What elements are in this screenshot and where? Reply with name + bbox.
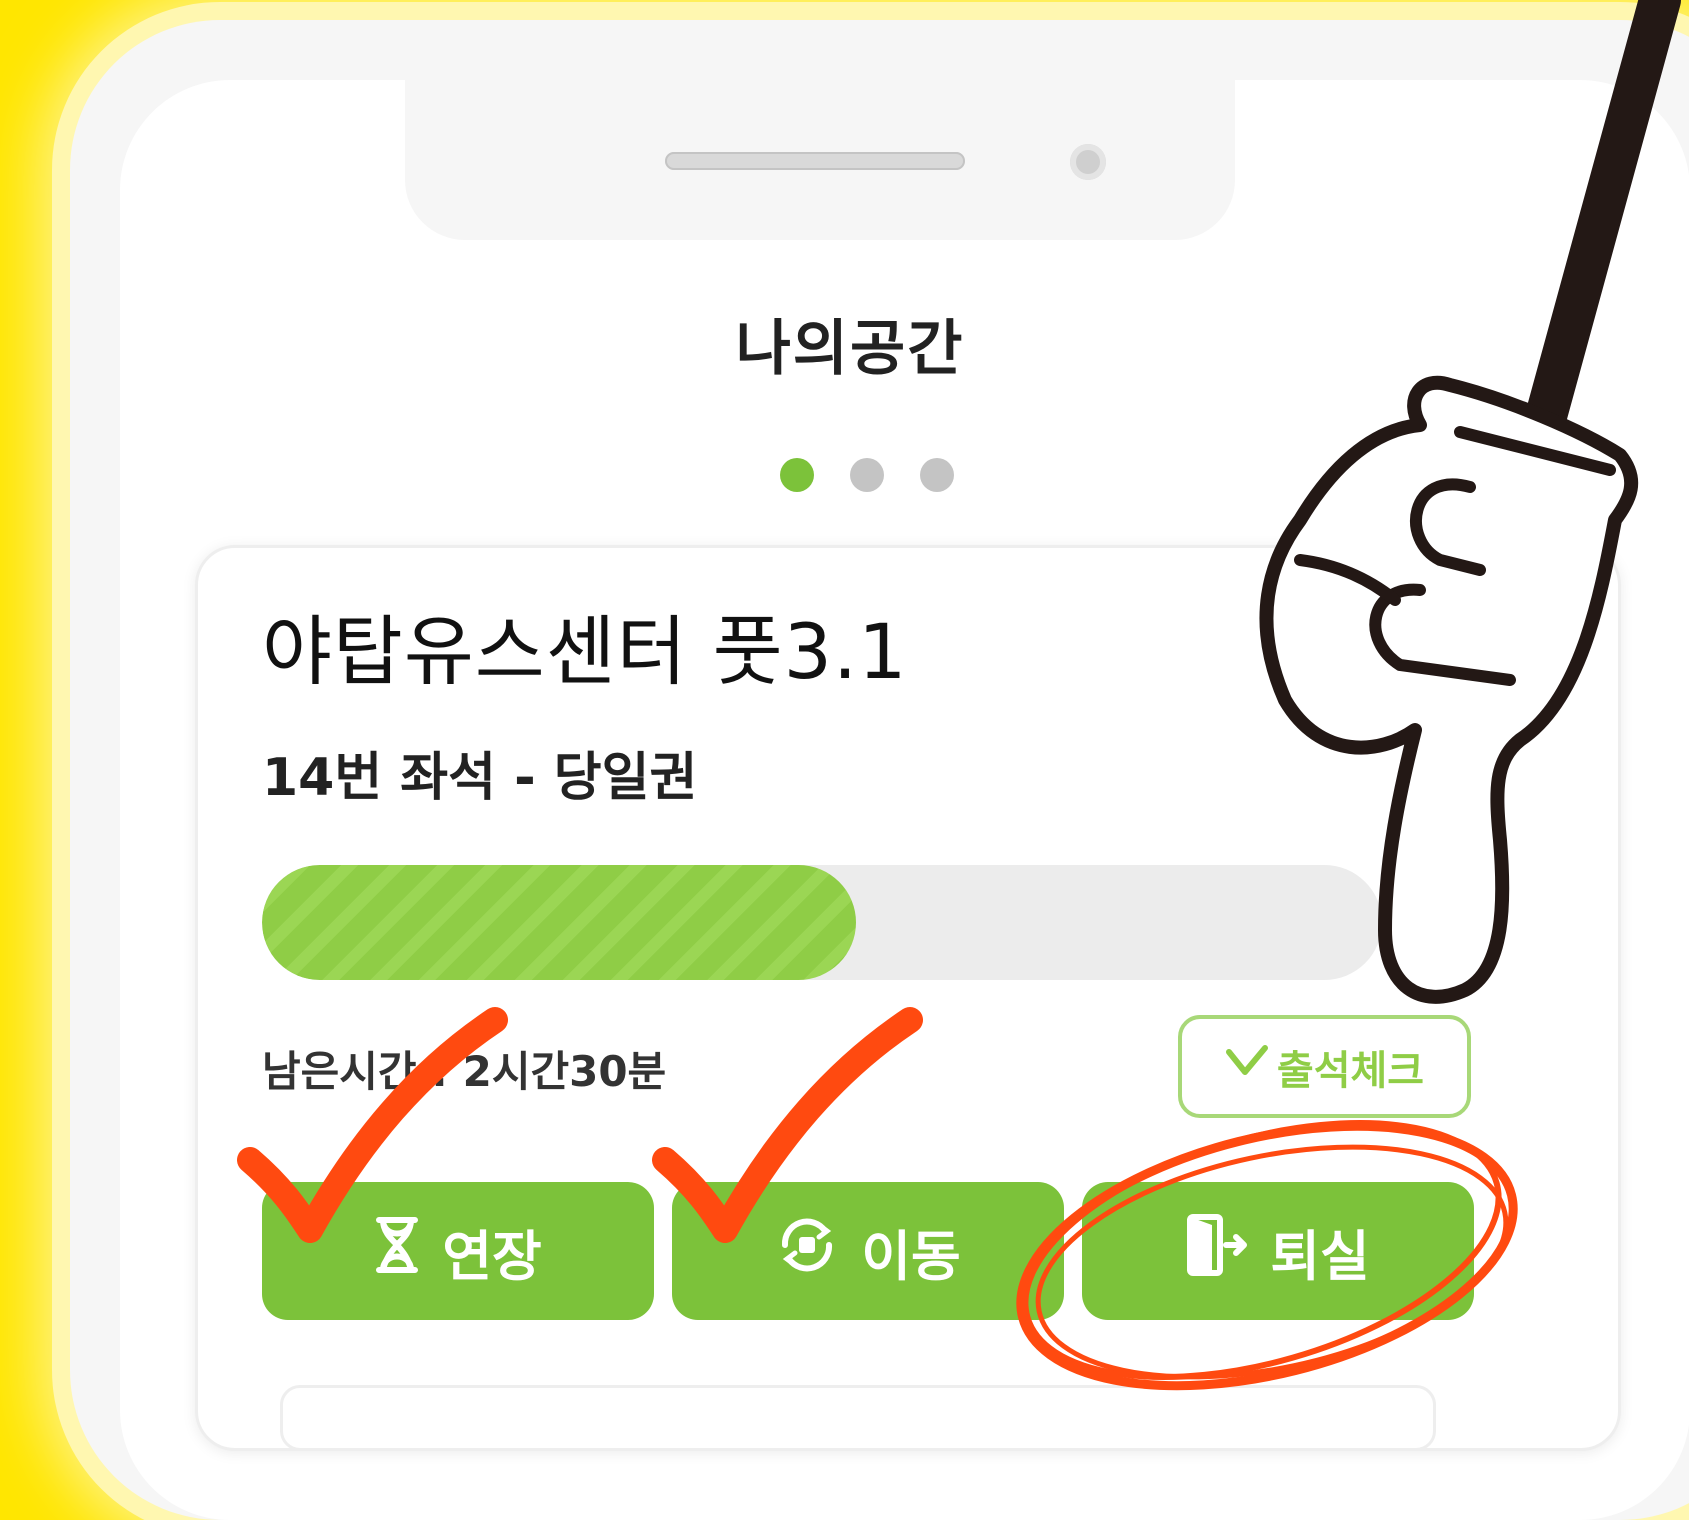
front-camera xyxy=(1070,144,1106,180)
check-icon xyxy=(1225,1044,1269,1090)
exit-door-icon xyxy=(1186,1213,1248,1290)
hourglass-icon xyxy=(374,1216,420,1287)
phone-notch xyxy=(405,60,1235,240)
remaining-time: 남은시간 : 2시간30분 xyxy=(262,1047,667,1096)
page-dot[interactable] xyxy=(850,458,884,492)
seat-info: 14번 좌석 - 당일권 xyxy=(262,748,698,808)
checkin-button[interactable]: 출석체크 xyxy=(1178,1015,1471,1118)
time-progress-bar xyxy=(262,865,1382,980)
extend-button[interactable]: 연장 xyxy=(262,1182,654,1320)
time-progress-fill xyxy=(262,865,856,980)
facility-name: 야탑유스센터 풋3.1 xyxy=(262,607,908,696)
move-button[interactable]: 이동 xyxy=(672,1182,1064,1320)
next-card xyxy=(280,1385,1436,1451)
move-label: 이동 xyxy=(861,1224,961,1288)
page-dot-active[interactable] xyxy=(780,458,814,492)
checkin-label: 출석체크 xyxy=(1276,1047,1425,1094)
leave-label: 퇴실 xyxy=(1270,1224,1370,1288)
page-dot[interactable] xyxy=(920,458,954,492)
swap-seat-icon xyxy=(775,1213,839,1290)
extend-label: 연장 xyxy=(442,1224,542,1288)
leave-button[interactable]: 퇴실 xyxy=(1082,1182,1474,1320)
speaker-grille xyxy=(665,152,965,170)
page-title: 나의공간 xyxy=(735,314,965,384)
